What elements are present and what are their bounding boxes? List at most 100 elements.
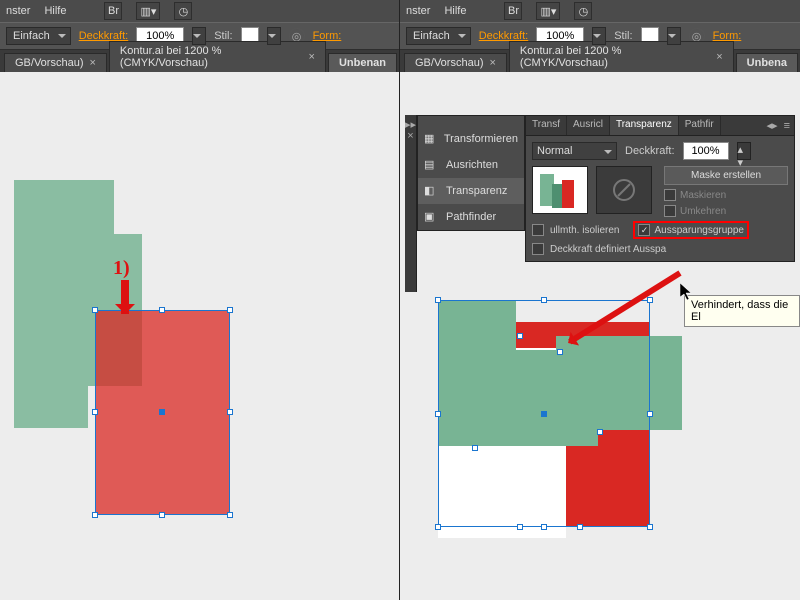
tab-1[interactable]: Kontur.ai bei 1200 % (CMYK/Vorschau) × [109,41,326,72]
nav-pathfinder[interactable]: ▣ Pathfinder [418,204,524,230]
handle-w[interactable] [435,411,441,417]
tab-0[interactable]: GB/Vorschau)× [4,53,107,72]
style-dropdown[interactable] [667,27,681,45]
ptab-ausri[interactable]: Ausricl [567,116,610,135]
menu-hilfe[interactable]: Hilfe [44,5,66,17]
close-icon[interactable]: × [89,57,95,69]
opacity-dropdown[interactable] [592,27,606,45]
transform-icon: ▦ [424,132,438,146]
invert-label: Umkehren [680,206,726,217]
isolate-label: ullmth. isolieren [550,225,619,236]
invert-checkbox-row: Umkehren [664,205,788,217]
transparency-thumbnail[interactable] [532,166,588,214]
close-icon[interactable]: × [309,51,315,63]
nav-label: Transparenz [446,185,507,197]
handle-anchor[interactable] [577,524,583,530]
align-icon: ▤ [424,158,440,172]
handle-anchor[interactable] [597,429,603,435]
handle-s[interactable] [159,512,165,518]
invert-checkbox[interactable] [664,205,676,217]
arrange-icon[interactable]: ▥▾ [136,2,160,20]
handle-anchor[interactable] [517,333,523,339]
doc-tabs: GB/Vorschau)× Kontur.ai bei 1200 % (CMYK… [0,50,399,72]
panel-nav: ▦ Transformieren ▤ Ausrichten ◧ Transparenz… [417,115,525,231]
style-dropdown[interactable] [267,27,281,45]
handle-center[interactable] [541,411,547,417]
tab-1-label: Kontur.ai bei 1200 % (CMYK/Vorschau) [520,45,710,69]
close-icon[interactable]: × [489,57,495,69]
handle-center[interactable] [159,409,165,415]
tab-1-label: Kontur.ai bei 1200 % (CMYK/Vorschau) [120,45,303,69]
stroke-profile-select[interactable]: Einfach [406,27,471,45]
blend-mode-select[interactable]: Normal [532,142,617,160]
transparency-icon: ◧ [424,184,440,198]
clip-checkbox-row: Maskieren [664,189,788,201]
clip-checkbox[interactable] [664,189,676,201]
menu-bar: nster Hilfe Br ▥▾ ◷ [0,0,399,22]
canvas-left[interactable]: 1) [0,72,399,600]
opacity-label: Deckkraft: [625,145,675,157]
collapse-icon[interactable]: ▸▸ [406,119,416,129]
handle-nw[interactable] [92,307,98,313]
handle-nw[interactable] [435,297,441,303]
ptab-transf[interactable]: Transf [526,116,567,135]
nav-transparenz[interactable]: ◧ Transparenz [418,178,524,204]
transparency-panel: Transf Ausricl Transparenz Pathfir ◂▸ ≡ N… [525,115,795,262]
tab-2-label: Unbena [747,57,787,69]
ptab-pathfi[interactable]: Pathfir [679,116,721,135]
handle-s[interactable] [541,524,547,530]
panel-dock: ▸▸ × ▦ Transformieren ▤ Ausrichten ◧ Transp… [405,115,795,292]
handle-n[interactable] [541,297,547,303]
close-icon[interactable]: × [716,51,722,63]
menu-bar: nster Hilfe Br ▥▾ ◷ [400,0,800,22]
handle-sw[interactable] [92,512,98,518]
make-mask-button[interactable]: Maske erstellen [664,166,788,185]
arrange-icon[interactable]: ▥▾ [536,2,560,20]
bridge-icon[interactable]: Br [104,2,122,20]
tab-0-label: GB/Vorschau) [415,57,483,69]
mask-thumbnail[interactable] [596,166,652,214]
isolate-blending-checkbox[interactable] [532,224,544,236]
stroke-profile-select[interactable]: Einfach [6,27,71,45]
handle-se[interactable] [647,524,653,530]
pathfinder-icon: ▣ [424,210,440,224]
scroll-icon[interactable]: ◂▸ [767,119,778,132]
annotation-1: 1) [113,257,130,280]
opacity-field[interactable]: 100% [683,142,729,160]
handle-anchor[interactable] [517,524,523,530]
handle-n[interactable] [159,307,165,313]
opacity-defines-label: Deckkraft definiert Ausspa [550,244,666,255]
nav-transformieren[interactable]: ▦ Transformieren [418,126,524,152]
handle-e[interactable] [227,409,233,415]
handle-se[interactable] [227,512,233,518]
handle-w[interactable] [92,409,98,415]
menu-fenster[interactable]: nster [406,5,430,17]
close-icon[interactable]: × [406,131,416,141]
tab-1[interactable]: Kontur.ai bei 1200 % (CMYK/Vorschau) × [509,41,734,72]
bridge-icon[interactable]: Br [504,2,522,20]
handle-ne[interactable] [227,307,233,313]
opacity-defines-knockout-checkbox[interactable] [532,243,544,255]
panel-grip[interactable]: ▸▸ × [405,115,417,292]
nav-ausrichten[interactable]: ▤ Ausrichten [418,152,524,178]
tab-2[interactable]: Unbenan [328,53,397,72]
handle-sw[interactable] [435,524,441,530]
gauge-icon[interactable]: ◷ [174,2,192,20]
menu-hilfe[interactable]: Hilfe [444,5,466,17]
nav-label: Pathfinder [446,211,496,223]
handle-e[interactable] [647,411,653,417]
knockout-group-checkbox[interactable]: ✓ [638,224,650,236]
opacity-dropdown[interactable] [192,27,206,45]
opacity-stepper[interactable]: ▴▾ [737,142,751,160]
ptab-transparenz[interactable]: Transparenz [610,116,679,135]
handle-anchor[interactable] [472,445,478,451]
menu-fenster[interactable]: nster [6,5,30,17]
handle-ne[interactable] [647,297,653,303]
nav-label: Ausrichten [446,159,498,171]
nav-label: Transformieren [444,133,518,145]
panel-menu-icon[interactable]: ≡ [784,120,790,132]
gauge-icon[interactable]: ◷ [574,2,592,20]
tab-2-label: Unbenan [339,57,386,69]
tab-0[interactable]: GB/Vorschau) × [404,53,507,72]
tab-2[interactable]: Unbena [736,53,798,72]
